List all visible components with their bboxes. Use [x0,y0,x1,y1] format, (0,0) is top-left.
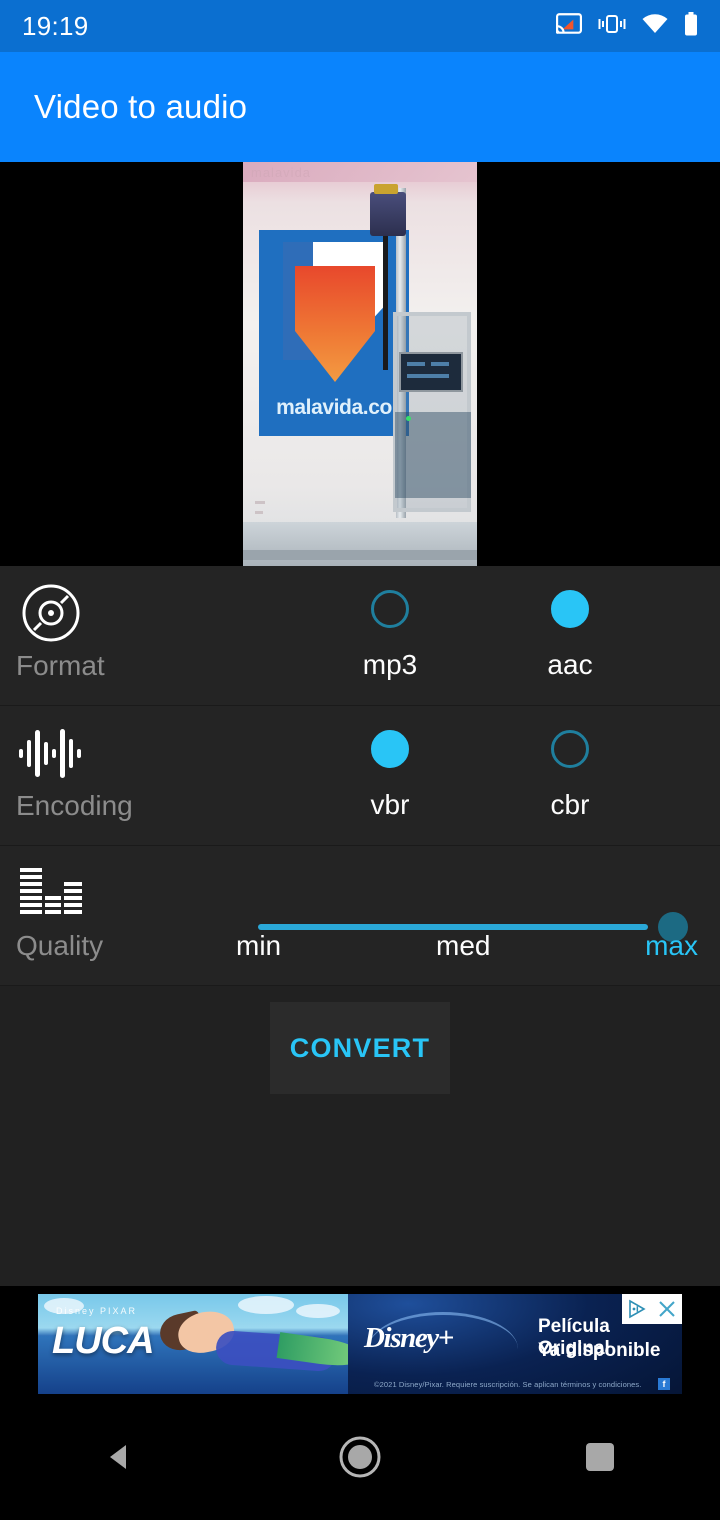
preview-machine-led [406,416,411,421]
status-icon-group [555,11,698,41]
ad-cloud-2 [238,1296,294,1314]
convert-button[interactable]: CONVERT [270,1002,450,1094]
option-row-quality: Quality min med max [0,846,720,986]
encoding-radio-group: vbr cbr [270,706,720,846]
encoding-option-cbr[interactable]: cbr [510,730,630,821]
option-label-format: Format [16,650,105,681]
battery-icon [684,11,698,41]
back-button[interactable] [60,1394,180,1520]
poster-chevron-orange [295,266,375,382]
ad-social-icon[interactable]: f [658,1378,670,1390]
system-nav-bar [0,1394,720,1520]
quality-tick-med[interactable]: med [436,930,490,962]
radio-mp3[interactable] [371,590,409,628]
wifi-icon [642,13,668,39]
radio-cbr[interactable] [551,730,589,768]
preview-machine-cap [374,184,398,194]
app-screen: 19:19 Video to audio malavida malavida.c… [0,0,720,1520]
encoding-option-vbr[interactable]: vbr [330,730,450,821]
format-option-aac[interactable]: aac [510,590,630,681]
cast-icon [555,12,582,40]
format-radio-group: mp3 aac [270,566,720,706]
quality-tick-max[interactable]: max [645,930,698,962]
format-option-mp3[interactable]: mp3 [330,590,450,681]
radio-label-aac: aac [547,649,593,680]
preview-floor-rail [243,550,477,560]
status-bar: 19:19 [0,0,720,52]
ad-legal-text: ©2021 Disney/Pixar. Requiere suscripción… [374,1380,642,1389]
radio-vbr[interactable] [371,730,409,768]
waveform-icon [16,724,86,782]
ad-title: LUCA [52,1320,155,1362]
vibrate-icon [598,13,626,40]
equalizer-icon [16,864,86,922]
ad-cloud-3 [296,1304,340,1318]
preview-wall-mark-1 [255,501,265,504]
preview-machine-panel [395,412,471,498]
home-button[interactable] [300,1394,420,1520]
ad-banner[interactable]: Disney PIXAR LUCA Disney+ Película Origi… [38,1294,682,1394]
radio-aac[interactable] [551,590,589,628]
preview-machine-head [370,192,406,236]
preview-machine-screen [399,352,463,392]
option-row-encoding: Encoding vbr cbr [0,706,720,846]
app-toolbar: Video to audio [0,52,720,162]
recents-button[interactable] [540,1394,660,1520]
video-thumbnail[interactable]: malavida malavida.co [243,162,477,566]
adchoices-icon[interactable] [622,1294,652,1324]
action-area: CONVERT [0,986,720,1286]
status-clock: 19:19 [22,10,89,41]
option-row-format: Format mp3 aac [0,566,720,706]
preview-watermark: malavida [251,165,312,180]
option-label-encoding: Encoding [16,790,133,821]
preview-wall-mark-2 [255,511,263,514]
close-icon[interactable] [652,1294,682,1324]
quality-tick-min[interactable]: min [236,930,281,962]
ad-artwork: Disney PIXAR LUCA [38,1294,348,1394]
disc-icon [16,584,86,642]
convert-button-wrap: CONVERT [0,1002,720,1094]
page-title: Video to audio [34,88,248,125]
poster-text: malavida.co [276,396,392,419]
radio-label-mp3: mp3 [362,649,418,680]
ad-headline-2: Ya disponible [538,1340,661,1361]
ad-brand: Disney+ [364,1322,454,1354]
radio-label-cbr: cbr [550,789,590,820]
ad-studio-label: Disney PIXAR [56,1306,138,1316]
ad-controls [622,1294,682,1324]
video-preview-area[interactable]: malavida malavida.co [0,162,720,566]
options-list: Format mp3 aac Encoding vbr cbr Quality … [0,566,720,986]
radio-label-vbr: vbr [370,789,410,820]
quality-tick-labels: min med max [0,930,720,972]
